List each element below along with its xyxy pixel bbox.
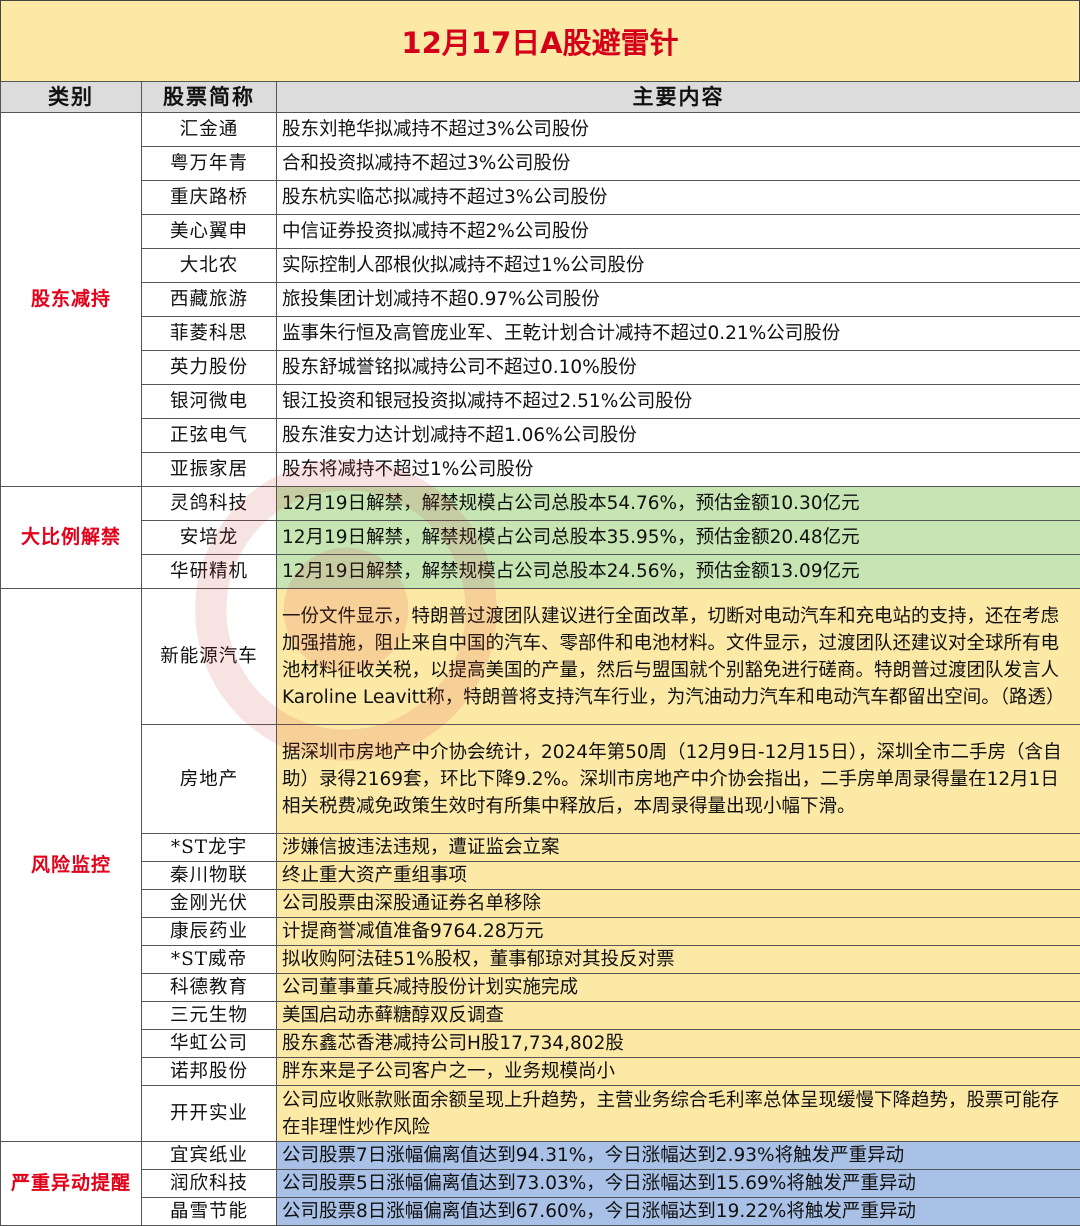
content-cell: 股东舒城誉铭拟减持公司不超过0.10%股份 — [277, 351, 1080, 385]
table-row: 正弦电气 股东淮安力达计划减持不超1.06%公司股份 — [1, 419, 1080, 453]
header-content: 主要内容 — [277, 82, 1080, 113]
content-cell: 涉嫌信披违法违规，遭证监会立案 — [277, 834, 1080, 862]
table-row: 晶雪节能 公司股票8日涨幅偏离值达到67.60%，今日涨幅达到19.22%将触发… — [1, 1198, 1080, 1226]
content-cell: 股东杭实临芯拟减持不超过3%公司股份 — [277, 181, 1080, 215]
header-category: 类别 — [1, 82, 142, 113]
table-row: 英力股份 股东舒城誉铭拟减持公司不超过0.10%股份 — [1, 351, 1080, 385]
table-row: 股东减持 汇金通 股东刘艳华拟减持不超过3%公司股份 — [1, 113, 1080, 147]
content-cell: 美国启动赤藓糖醇双反调查 — [277, 1002, 1080, 1030]
table-row: 严重异动提醒 宜宾纸业 公司股票7日涨幅偏离值达到94.31%，今日涨幅达到2.… — [1, 1142, 1080, 1170]
page-title: 12月17日A股避雷针 — [0, 0, 1080, 82]
stock-name: 英力股份 — [142, 351, 277, 385]
content-cell: 一份文件显示，特朗普过渡团队建议进行全面改革，切断对电动汽车和充电站的支持，还在… — [277, 589, 1080, 725]
stock-name: 银河微电 — [142, 385, 277, 419]
category-cell: 严重异动提醒 — [1, 1142, 142, 1226]
category-cell: 大比例解禁 — [1, 487, 142, 589]
content-cell: 拟收购阿法硅51%股权，董事郁琼对其投反对票 — [277, 946, 1080, 974]
table-row: 金刚光伏 公司股票由深股通证券名单移除 — [1, 890, 1080, 918]
content-cell: 股东淮安力达计划减持不超1.06%公司股份 — [277, 419, 1080, 453]
stock-name: 大北农 — [142, 249, 277, 283]
table-row: 西藏旅游 旅投集团计划减持不超0.97%公司股份 — [1, 283, 1080, 317]
content-cell: 合和投资拟减持不超过3%公司股份 — [277, 147, 1080, 181]
content-cell: 公司股票7日涨幅偏离值达到94.31%，今日涨幅达到2.93%将触发严重异动 — [277, 1142, 1080, 1170]
content-cell: 据深圳市房地产中介协会统计，2024年第50周（12月9日-12月15日），深圳… — [277, 725, 1080, 834]
header-stock: 股票简称 — [142, 82, 277, 113]
table-row: 安培龙 12月19日解禁，解禁规模占公司总股本35.95%，预估金额20.48亿… — [1, 521, 1080, 555]
content-cell: 公司股票由深股通证券名单移除 — [277, 890, 1080, 918]
stock-name: *ST威帝 — [142, 946, 277, 974]
stock-name: 润欣科技 — [142, 1170, 277, 1198]
stock-name: 诺邦股份 — [142, 1058, 277, 1086]
stock-name: 西藏旅游 — [142, 283, 277, 317]
stock-name: 康辰药业 — [142, 918, 277, 946]
content-cell: 公司股票8日涨幅偏离值达到67.60%，今日涨幅达到19.22%将触发严重异动 — [277, 1198, 1080, 1226]
table-row: *ST威帝 拟收购阿法硅51%股权，董事郁琼对其投反对票 — [1, 946, 1080, 974]
table-row: 科德教育 公司董事董兵减持股份计划实施完成 — [1, 974, 1080, 1002]
content-cell: 股东将减持不超过1%公司股份 — [277, 453, 1080, 487]
content-cell: 12月19日解禁，解禁规模占公司总股本35.95%，预估金额20.48亿元 — [277, 521, 1080, 555]
content-cell: 中信证券投资拟减持不超2%公司股份 — [277, 215, 1080, 249]
table-row: 三元生物 美国启动赤藓糖醇双反调查 — [1, 1002, 1080, 1030]
stock-name: 秦川物联 — [142, 862, 277, 890]
content-cell: 银江投资和银冠投资拟减持不超过2.51%公司股份 — [277, 385, 1080, 419]
stock-name: 华虹公司 — [142, 1030, 277, 1058]
content-cell: 股东刘艳华拟减持不超过3%公司股份 — [277, 113, 1080, 147]
content-cell: 实际控制人邵根伙拟减持不超过1%公司股份 — [277, 249, 1080, 283]
content-cell: 公司应收账款账面余额呈现上升趋势，主营业务综合毛利率总体呈现缓慢下降趋势，股票可… — [277, 1086, 1080, 1142]
stock-name: 房地产 — [142, 725, 277, 834]
category-cell: 风险监控 — [1, 589, 142, 1142]
stock-name: 新能源汽车 — [142, 589, 277, 725]
table-row: 大比例解禁 灵鸽科技 12月19日解禁，解禁规模占公司总股本54.76%，预估金… — [1, 487, 1080, 521]
category-cell: 股东减持 — [1, 113, 142, 487]
stock-name: *ST龙宇 — [142, 834, 277, 862]
table-row: 秦川物联 终止重大资产重组事项 — [1, 862, 1080, 890]
stock-name: 三元生物 — [142, 1002, 277, 1030]
table-row: 大北农 实际控制人邵根伙拟减持不超过1%公司股份 — [1, 249, 1080, 283]
stock-name: 汇金通 — [142, 113, 277, 147]
table-row: 亚振家居 股东将减持不超过1%公司股份 — [1, 453, 1080, 487]
stock-name: 安培龙 — [142, 521, 277, 555]
content-cell: 12月19日解禁，解禁规模占公司总股本24.56%，预估金额13.09亿元 — [277, 555, 1080, 589]
report-sheet: 12月17日A股避雷针 类别 股票简称 主要内容 股东减持 汇金通 股东刘艳华拟… — [0, 0, 1080, 1225]
table-row: 诺邦股份 胖东来是子公司客户之一，业务规模尚小 — [1, 1058, 1080, 1086]
content-cell: 股东鑫芯香港减持公司H股17,734,802股 — [277, 1030, 1080, 1058]
table-row: 华研精机 12月19日解禁，解禁规模占公司总股本24.56%，预估金额13.09… — [1, 555, 1080, 589]
table-row: 银河微电 银江投资和银冠投资拟减持不超过2.51%公司股份 — [1, 385, 1080, 419]
table-row: 风险监控 新能源汽车 一份文件显示，特朗普过渡团队建议进行全面改革，切断对电动汽… — [1, 589, 1080, 725]
stock-name: 重庆路桥 — [142, 181, 277, 215]
content-cell: 旅投集团计划减持不超0.97%公司股份 — [277, 283, 1080, 317]
stock-alert-table: 类别 股票简称 主要内容 股东减持 汇金通 股东刘艳华拟减持不超过3%公司股份 … — [0, 81, 1080, 1226]
content-cell: 监事朱行恒及高管庞业军、王乾计划合计减持不超过0.21%公司股份 — [277, 317, 1080, 351]
stock-name: 菲菱科思 — [142, 317, 277, 351]
content-cell: 终止重大资产重组事项 — [277, 862, 1080, 890]
table-row: 粤万年青 合和投资拟减持不超过3%公司股份 — [1, 147, 1080, 181]
table-row: *ST龙宇 涉嫌信披违法违规，遭证监会立案 — [1, 834, 1080, 862]
table-row: 重庆路桥 股东杭实临芯拟减持不超过3%公司股份 — [1, 181, 1080, 215]
content-cell: 公司董事董兵减持股份计划实施完成 — [277, 974, 1080, 1002]
stock-name: 亚振家居 — [142, 453, 277, 487]
stock-name: 宜宾纸业 — [142, 1142, 277, 1170]
content-cell: 胖东来是子公司客户之一，业务规模尚小 — [277, 1058, 1080, 1086]
table-row: 房地产 据深圳市房地产中介协会统计，2024年第50周（12月9日-12月15日… — [1, 725, 1080, 834]
stock-name: 灵鸽科技 — [142, 487, 277, 521]
content-cell: 公司股票5日涨幅偏离值达到73.03%，今日涨幅达到15.69%将触发严重异动 — [277, 1170, 1080, 1198]
stock-name: 正弦电气 — [142, 419, 277, 453]
stock-name: 科德教育 — [142, 974, 277, 1002]
table-row: 润欣科技 公司股票5日涨幅偏离值达到73.03%，今日涨幅达到15.69%将触发… — [1, 1170, 1080, 1198]
table-row: 康辰药业 计提商誉减值准备9764.28万元 — [1, 918, 1080, 946]
stock-name: 开开实业 — [142, 1086, 277, 1142]
table-row: 菲菱科思 监事朱行恒及高管庞业军、王乾计划合计减持不超过0.21%公司股份 — [1, 317, 1080, 351]
content-cell: 12月19日解禁，解禁规模占公司总股本54.76%，预估金额10.30亿元 — [277, 487, 1080, 521]
table-row: 美心翼申 中信证券投资拟减持不超2%公司股份 — [1, 215, 1080, 249]
table-row: 华虹公司 股东鑫芯香港减持公司H股17,734,802股 — [1, 1030, 1080, 1058]
stock-name: 金刚光伏 — [142, 890, 277, 918]
table-row: 开开实业 公司应收账款账面余额呈现上升趋势，主营业务综合毛利率总体呈现缓慢下降趋… — [1, 1086, 1080, 1142]
stock-name: 粤万年青 — [142, 147, 277, 181]
stock-name: 晶雪节能 — [142, 1198, 277, 1226]
stock-name: 华研精机 — [142, 555, 277, 589]
stock-name: 美心翼申 — [142, 215, 277, 249]
table-header-row: 类别 股票简称 主要内容 — [1, 82, 1080, 113]
content-cell: 计提商誉减值准备9764.28万元 — [277, 918, 1080, 946]
